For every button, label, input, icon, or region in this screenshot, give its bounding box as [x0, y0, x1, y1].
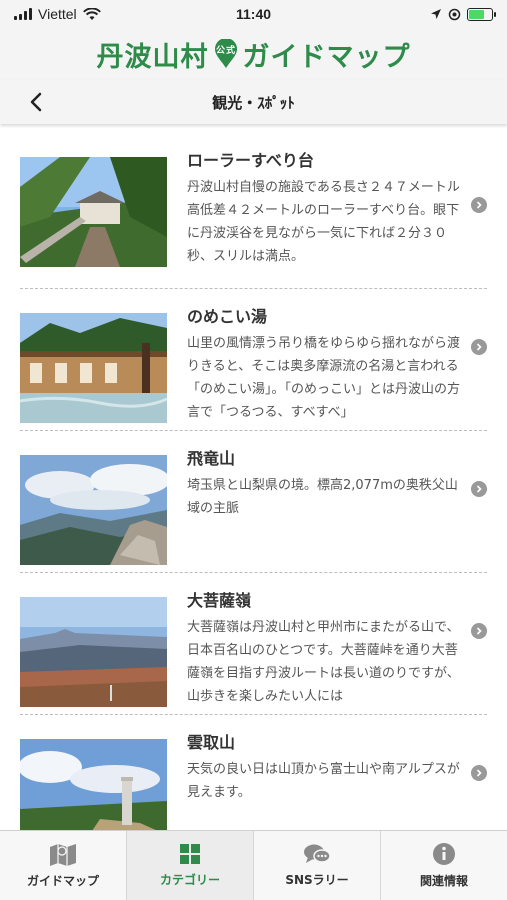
carrier-name: Viettel — [38, 6, 77, 22]
spot-body: 雲取山 天気の良い日は山頂から富士山や南アルプスが見えます。 — [187, 729, 467, 830]
official-badge: 公式 — [211, 39, 241, 69]
wifi-icon — [82, 7, 101, 20]
spot-title: のめこい湯 — [187, 307, 268, 326]
status-left: Viettel — [14, 6, 101, 22]
spot-description: 山里の風情漂う吊り橋をゆらゆら揺れながら渡りきると、そこは奥多摩源流の名湯と言わ… — [187, 336, 461, 420]
spot-item-nomekoi-yu[interactable]: のめこい湯 山里の風情漂う吊り橋をゆらゆら揺れながら渡りきると、そこは奥多摩源流… — [20, 289, 487, 431]
brand-header: 丹波山村 公式 ガイドマップ — [0, 28, 507, 80]
tab-related-info[interactable]: 関連情報 — [381, 831, 507, 900]
tab-guide-map[interactable]: ガイドマップ — [0, 831, 127, 900]
info-icon — [433, 843, 455, 865]
chevron-right-icon — [471, 481, 487, 497]
battery-icon — [467, 7, 496, 21]
map-pin-icon: 公式 — [214, 39, 237, 68]
tab-category[interactable]: カテゴリー — [127, 831, 254, 900]
tab-bar: ガイドマップ カテゴリー SNSラリー 関連情報 — [0, 830, 507, 900]
brand-title-right: ガイドマップ — [242, 41, 411, 73]
spot-description: 天気の良い日は山頂から富士山や南アルプスが見えます。 — [187, 762, 460, 800]
chevron-right-icon — [471, 765, 487, 781]
chat-bubbles-icon — [304, 844, 331, 863]
battery-level — [469, 9, 485, 19]
chevron-right-icon — [471, 623, 487, 639]
status-bar: Viettel 11:40 — [0, 0, 507, 28]
spot-item-daibosatsu-rei[interactable]: 大菩薩嶺 大菩薩嶺は丹波山村と甲州市にまたがる山で、日本百名山のひとつです。大菩… — [20, 573, 487, 715]
tab-label: ガイドマップ — [26, 874, 99, 888]
spot-body: のめこい湯 山里の風情漂う吊り橋をゆらゆら揺れながら渡りきると、そこは奥多摩源流… — [187, 303, 467, 430]
mountain-ridge-photo — [20, 455, 167, 565]
back-button[interactable] — [20, 86, 52, 118]
roller-slide-photo — [20, 157, 167, 267]
status-time: 11:40 — [235, 6, 272, 22]
nav-bar: 観光・ｽﾎﾟｯﾄ — [0, 80, 507, 124]
alarm-icon — [448, 8, 461, 20]
tab-label: 関連情報 — [419, 874, 468, 888]
spot-body: 飛竜山 埼玉県と山梨県の境。標高2,077mの奥秩父山域の主脈 — [187, 445, 467, 572]
status-right — [430, 7, 496, 21]
location-icon — [431, 9, 441, 19]
daibosatsu-photo — [20, 597, 167, 707]
chevron-right-icon — [471, 339, 487, 355]
badge-text: 公式 — [215, 44, 235, 56]
spot-item-roller-slide[interactable]: ローラーすべり台 丹波山村自慢の施設である長さ２４７メートル高低差４２メートルの… — [20, 147, 487, 289]
spot-list[interactable]: ローラーすべり台 丹波山村自慢の施設である長さ２４７メートル高低差４２メートルの… — [0, 124, 507, 830]
signal-icon — [14, 8, 32, 20]
tab-label: カテゴリー — [159, 873, 220, 887]
spot-body: 大菩薩嶺 大菩薩嶺は丹波山村と甲州市にまたがる山で、日本百名山のひとつです。大菩… — [187, 587, 467, 714]
spot-title: ローラーすべり台 — [187, 151, 314, 170]
spot-description: 大菩薩嶺は丹波山村と甲州市にまたがる山で、日本百名山のひとつです。大菩薩峠を通り… — [187, 620, 460, 704]
spot-title: 大菩薩嶺 — [187, 591, 252, 610]
spot-item-hiryu-san[interactable]: 飛竜山 埼玉県と山梨県の境。標高2,077mの奥秩父山域の主脈 — [20, 431, 487, 573]
brand-title-left: 丹波山村 — [96, 41, 209, 73]
spot-description: 丹波山村自慢の施設である長さ２４７メートル高低差４２メートルのローラーすべり台。… — [187, 180, 460, 264]
map-icon — [50, 844, 76, 866]
spot-description: 埼玉県と山梨県の境。標高2,077mの奥秩父山域の主脈 — [187, 478, 458, 516]
tab-label: SNSラリー — [285, 873, 349, 887]
tab-sns-rally[interactable]: SNSラリー — [254, 831, 381, 900]
brand-title: 丹波山村 公式 ガイドマップ — [97, 35, 411, 74]
spot-title: 雲取山 — [187, 733, 236, 752]
spot-item-kumotori-yama[interactable]: 雲取山 天気の良い日は山頂から富士山や南アルプスが見えます。 — [20, 715, 487, 830]
grid-icon — [180, 844, 200, 864]
spot-title: 飛竜山 — [187, 449, 236, 468]
page-title: 観光・ｽﾎﾟｯﾄ — [212, 93, 295, 112]
kumotori-photo — [20, 739, 167, 830]
hot-spring-photo — [20, 313, 167, 423]
chevron-right-icon — [471, 197, 487, 213]
chevron-left-icon — [30, 92, 42, 112]
spot-body: ローラーすべり台 丹波山村自慢の施設である長さ２４７メートル高低差４２メートルの… — [187, 147, 467, 288]
